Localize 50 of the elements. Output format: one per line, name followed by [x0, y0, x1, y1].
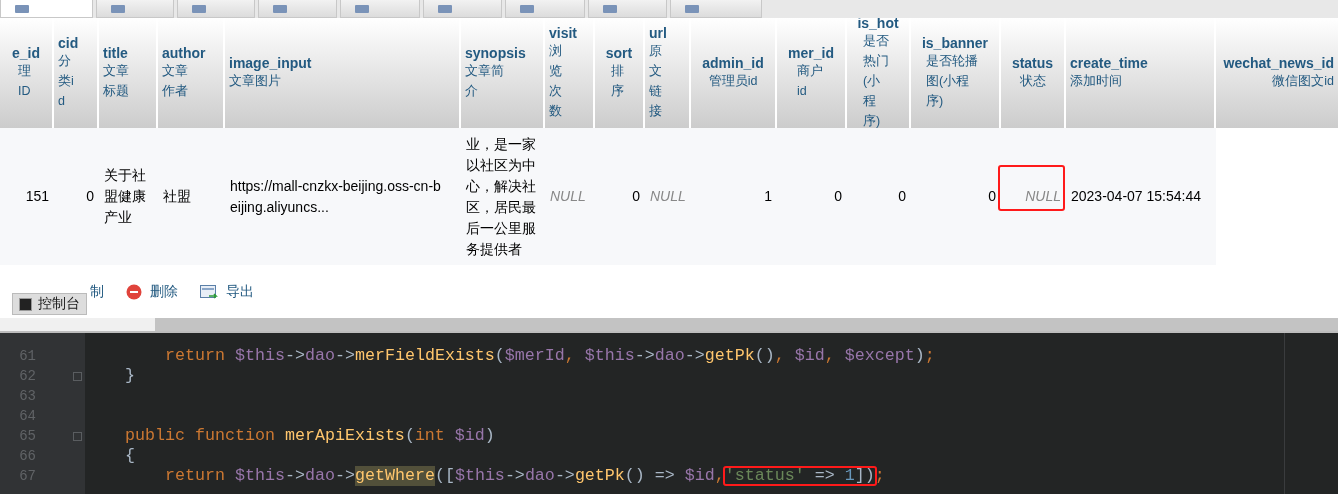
tab-icon [603, 5, 617, 13]
fold-icon[interactable] [73, 431, 82, 441]
spreadsheet-icon [200, 283, 218, 300]
null-value: NULL [550, 187, 586, 206]
table-cell-text: 151 [25, 187, 49, 206]
code-line: } [123, 366, 136, 386]
table-cell-text: 2023-04-07 15:54:44 [1071, 187, 1201, 206]
table-cell-text: 0 [898, 187, 906, 206]
table-cell-text: 1 [764, 187, 772, 206]
tab[interactable] [340, 0, 420, 18]
tab-icon [15, 5, 29, 13]
table-cell-text: 0 [632, 187, 640, 206]
table-cell-text: 关于社盟健康产业 [104, 166, 147, 227]
code-line: public function merApiExists(int $id) [123, 426, 496, 446]
tab[interactable] [588, 0, 667, 18]
tab-icon [192, 5, 206, 13]
tab-icon [685, 5, 699, 13]
tab-icon [438, 5, 452, 13]
table-cell-text: 0 [988, 187, 996, 206]
tab[interactable] [505, 0, 585, 18]
console-icon [19, 297, 32, 311]
console-button[interactable]: 控制台 [12, 293, 87, 315]
null-value: NULL [650, 187, 686, 206]
tab-icon [111, 5, 125, 13]
table-cell-text: 业，是一家以社区为中心，解决社区，居民最后一公里服务提供者 [466, 134, 537, 259]
tab[interactable] [0, 0, 93, 18]
tab[interactable] [96, 0, 174, 18]
fold-icon[interactable] [73, 371, 82, 381]
code-line: return $this->dao->merFieldExists($merId, $this->dao->getPk(), $id, $except); [163, 346, 936, 366]
tab[interactable] [423, 0, 502, 18]
minus-circle-icon [126, 283, 142, 300]
null-value: NULL [1025, 187, 1061, 206]
delete-link[interactable]: 删除 [126, 282, 178, 301]
code-line: return $this->dao->getWhere([$this->dao->getPk() => $id,'status' => 1]); [163, 466, 886, 486]
copy-link[interactable]: 制 [90, 282, 104, 301]
table-cell-text: 社盟 [163, 187, 191, 206]
tab-icon [355, 5, 369, 13]
column-header[interactable]: is_hot 是否热门(小程序) [847, 18, 911, 128]
tab[interactable] [177, 0, 255, 18]
code-line: { [123, 446, 136, 466]
tab[interactable] [670, 0, 762, 18]
highlight-box: 'status' => 1]) [722, 466, 877, 486]
table-cell-text: https://mall-cnzkx-beijing.oss-cn-beijing.aliyuncs... [230, 176, 442, 217]
table-cell-text: 0 [834, 187, 842, 206]
tab-icon [273, 5, 287, 13]
table-cell-text: 0 [86, 187, 94, 206]
scrollbar-thumb[interactable] [155, 318, 1338, 331]
export-link[interactable]: 导出 [200, 282, 254, 301]
tab[interactable] [258, 0, 337, 18]
tab-icon [520, 5, 534, 13]
